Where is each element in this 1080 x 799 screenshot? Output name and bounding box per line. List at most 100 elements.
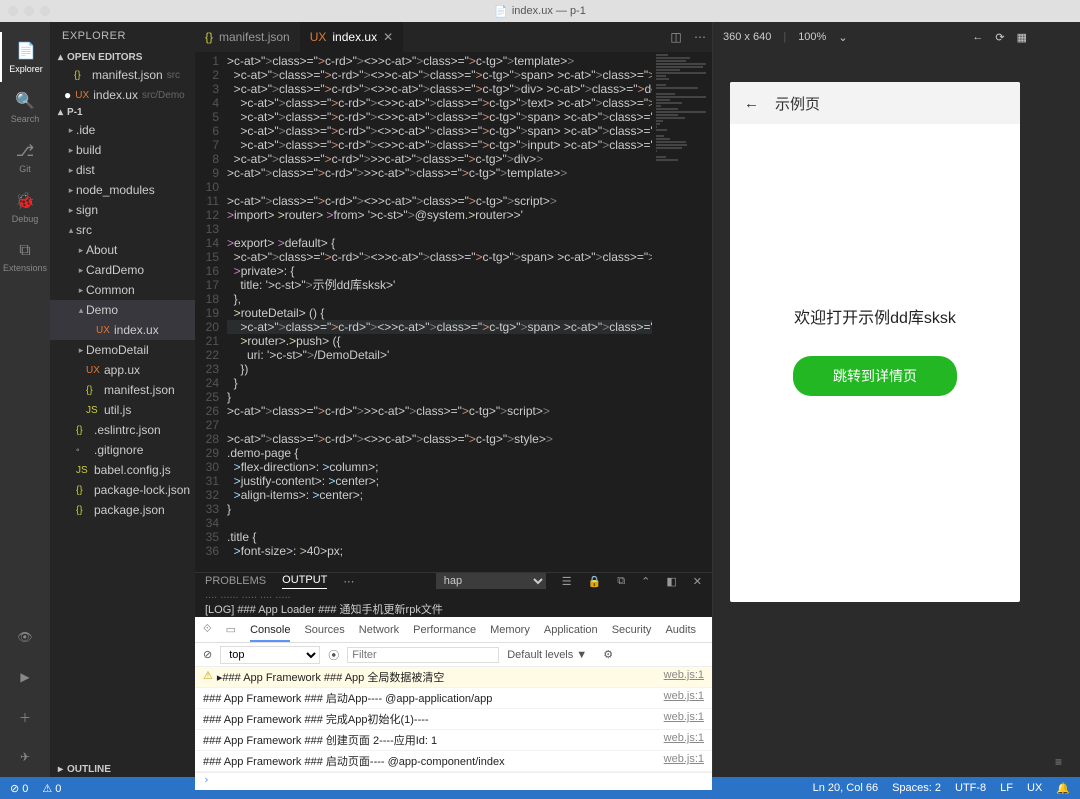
tab-close-icon[interactable]: ✕ [383, 30, 393, 44]
status-cursor[interactable]: Ln 20, Col 66 [813, 782, 878, 794]
activity-bottom-1[interactable]: ▶ [9, 661, 41, 693]
status-eol[interactable]: LF [1000, 782, 1013, 794]
open-editor-item[interactable]: {}manifest.jsonsrc [50, 65, 195, 85]
activity-bottom-2[interactable]: ＋ [9, 701, 41, 733]
tree-node[interactable]: {}package-lock.json [50, 480, 195, 500]
panel-tab-output[interactable]: OUTPUT [282, 574, 327, 589]
status-spaces[interactable]: Spaces: 2 [892, 782, 941, 794]
panel-more-icon[interactable]: ⋯ [343, 575, 354, 588]
activity-extensions[interactable]: ⧉Extensions [0, 232, 50, 282]
devtools-tab-application[interactable]: Application [544, 624, 598, 640]
console-source-link[interactable]: web.js:1 [664, 690, 704, 706]
preview-reload-icon[interactable]: ⟳ [995, 31, 1004, 44]
tree-node[interactable]: ▸node_modules [50, 180, 195, 200]
activity-bottom-0[interactable]: 👁 [9, 621, 41, 653]
context-select[interactable]: top [220, 646, 320, 664]
devtools-settings-icon[interactable]: ⚙ [603, 648, 613, 661]
preview-back-icon[interactable]: ← [972, 31, 983, 43]
tree-node[interactable]: JSbabel.config.js [50, 460, 195, 480]
preview-zoom[interactable]: 100% [798, 31, 826, 43]
code-editor[interactable]: 1234567891011121314151617181920212223242… [195, 52, 712, 572]
preview-dimensions[interactable]: 360 x 640 [723, 31, 771, 43]
levels-select[interactable]: Default levels ▼ [507, 649, 587, 661]
open-editors-section[interactable]: ▴OPEN EDITORS [50, 50, 195, 65]
outline-section[interactable]: ▸OUTLINE [50, 762, 195, 777]
console-line: ### App Framework ### 启动页面---- @app-comp… [195, 751, 712, 772]
activity-debug[interactable]: 🐞Debug [0, 182, 50, 232]
preview-qr-icon[interactable]: ▦ [1017, 31, 1027, 44]
status-lang[interactable]: UX [1027, 782, 1042, 794]
tree-node[interactable]: UXapp.ux [50, 360, 195, 380]
devtools-tab-console[interactable]: Console [250, 624, 290, 642]
preview-pane: 360 x 640 | 100% ⌄ ← ⟳ ▦ ← 示例页 欢迎打开示例dd库… [712, 22, 1037, 777]
tree-node[interactable]: ▴Demo [50, 300, 195, 320]
activity-bar: 📄Explorer🔍Search⎇Git🐞Debug⧉Extensions 👁 ▶ ＋… [0, 22, 50, 777]
doc-icon: 📄 [494, 5, 508, 18]
project-root[interactable]: ▴P-1 [50, 105, 195, 120]
tree-node[interactable]: JSutil.js [50, 400, 195, 420]
output-channel-select[interactable]: hap [436, 573, 546, 589]
console-source-link[interactable]: web.js:1 [664, 753, 704, 769]
editor-action-1[interactable]: ⋯ [688, 30, 712, 44]
console-prompt[interactable]: › [195, 772, 712, 790]
devtools-elements-icon[interactable]: ⟐ [203, 623, 212, 636]
tree-node[interactable]: {}package.json [50, 500, 195, 520]
tree-node[interactable]: ▴src [50, 220, 195, 240]
traffic-lights[interactable] [8, 6, 50, 16]
tree-node[interactable]: ▸dist [50, 160, 195, 180]
tree-node[interactable]: {}.eslintrc.json [50, 420, 195, 440]
editor-tab[interactable]: UXindex.ux✕ [300, 22, 403, 52]
console-filter-input[interactable] [347, 647, 499, 663]
tree-node[interactable]: UXindex.ux [50, 320, 195, 340]
window-title: index.ux — p-1 [512, 5, 586, 17]
devtools-tab-audits[interactable]: Audits [665, 624, 696, 640]
open-file-icon[interactable]: ⧉ [617, 575, 625, 588]
devtools-clear-icon[interactable]: ⊘ [203, 648, 212, 661]
status-warnings[interactable]: ⚠ 0 [42, 782, 61, 795]
devtools-tab-network[interactable]: Network [359, 624, 399, 640]
console-source-link[interactable]: web.js:1 [664, 711, 704, 727]
detail-button[interactable]: 跳转到详情页 [793, 356, 957, 396]
devtools-tab-security[interactable]: Security [612, 624, 652, 640]
device-back-icon[interactable]: ← [744, 95, 759, 112]
panel-up-icon[interactable]: ⌃ [641, 575, 650, 588]
activity-search[interactable]: 🔍Search [0, 82, 50, 132]
device-frame: ← 示例页 欢迎打开示例dd库sksk 跳转到详情页 [730, 82, 1020, 602]
devtools-tab-sources[interactable]: Sources [304, 624, 344, 640]
devtools-device-icon[interactable]: ▭ [226, 623, 236, 636]
clear-output-icon[interactable]: ☰ [562, 575, 572, 588]
window-titlebar: 📄 index.ux — p-1 [0, 0, 1080, 22]
panel-tab-problems[interactable]: PROBLEMS [205, 575, 266, 587]
preview-console-toggle[interactable]: ≡ [1037, 22, 1080, 777]
tree-node[interactable]: ▸About [50, 240, 195, 260]
code-area[interactable]: >c-at>">class>=">c-rd>"><>>c-at>">class>… [227, 52, 652, 572]
status-encoding[interactable]: UTF-8 [955, 782, 986, 794]
activity-bottom-3[interactable]: ✈ [9, 741, 41, 773]
editor-tab[interactable]: {}manifest.json [195, 22, 300, 52]
lock-scroll-icon[interactable]: 🔒 [588, 575, 602, 588]
tree-node[interactable]: ▸build [50, 140, 195, 160]
editor-action-0[interactable]: ◫ [664, 30, 688, 44]
activity-explorer[interactable]: 📄Explorer [0, 32, 50, 82]
panel-close-icon[interactable]: ✕ [693, 575, 702, 588]
device-title: 示例页 [775, 93, 820, 114]
console-source-link[interactable]: web.js:1 [664, 732, 704, 748]
minimap[interactable] [652, 52, 712, 572]
activity-git[interactable]: ⎇Git [0, 132, 50, 182]
zoom-dropdown-icon[interactable]: ⌄ [838, 31, 847, 44]
open-editor-item[interactable]: ●UXindex.uxsrc/Demo [50, 85, 195, 105]
tree-node[interactable]: ◦.gitignore [50, 440, 195, 460]
console-source-link[interactable]: web.js:1 [664, 669, 704, 685]
tree-node[interactable]: {}manifest.json [50, 380, 195, 400]
status-bell-icon[interactable]: 🔔 [1056, 782, 1070, 795]
tree-node[interactable]: ▸Common [50, 280, 195, 300]
status-errors[interactable]: ⊘ 0 [10, 782, 28, 795]
console-output: ⚠▸### App Framework ### App 全局数据被清空web.j… [195, 667, 712, 772]
tree-node[interactable]: ▸DemoDetail [50, 340, 195, 360]
devtools-tab-memory[interactable]: Memory [490, 624, 530, 640]
panel-max-icon[interactable]: ◧ [666, 575, 676, 588]
tree-node[interactable]: ▸sign [50, 200, 195, 220]
tree-node[interactable]: ▸CardDemo [50, 260, 195, 280]
tree-node[interactable]: ▸.ide [50, 120, 195, 140]
devtools-tab-performance[interactable]: Performance [413, 624, 476, 640]
